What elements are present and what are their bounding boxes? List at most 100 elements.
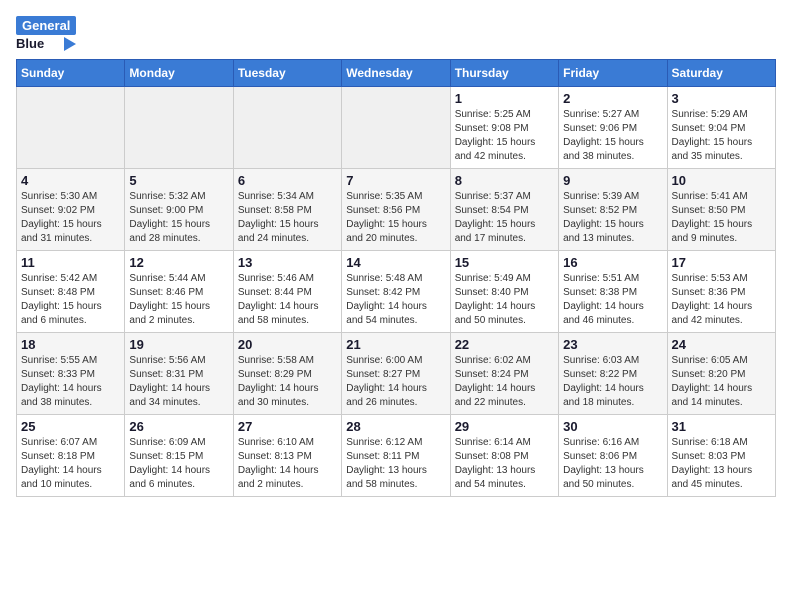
logo: General Blue — [16, 16, 76, 51]
day-number: 17 — [672, 255, 771, 270]
calendar-cell: 10 Sunrise: 5:41 AMSunset: 8:50 PMDayligh… — [667, 169, 775, 251]
day-number: 12 — [129, 255, 228, 270]
calendar-header-row: SundayMondayTuesdayWednesdayThursdayFrid… — [17, 60, 776, 87]
cell-content: Sunrise: 6:07 AMSunset: 8:18 PMDaylight:… — [21, 436, 120, 492]
cell-content: Sunrise: 6:18 AMSunset: 8:03 PMDaylight:… — [672, 436, 771, 492]
cell-content: Sunrise: 6:09 AMSunset: 8:15 PMDaylight:… — [129, 436, 228, 492]
cell-content: Sunrise: 5:37 AMSunset: 8:54 PMDaylight:… — [455, 190, 554, 246]
header-wednesday: Wednesday — [342, 60, 450, 87]
cell-content: Sunrise: 5:42 AMSunset: 8:48 PMDaylight:… — [21, 272, 120, 328]
calendar-cell: 28 Sunrise: 6:12 AMSunset: 8:11 PMDayligh… — [342, 415, 450, 497]
cell-content: Sunrise: 5:56 AMSunset: 8:31 PMDaylight:… — [129, 354, 228, 410]
header: General Blue — [16, 16, 776, 51]
calendar-cell: 17 Sunrise: 5:53 AMSunset: 8:36 PMDayligh… — [667, 251, 775, 333]
day-number: 24 — [672, 337, 771, 352]
cell-content: Sunrise: 5:30 AMSunset: 9:02 PMDaylight:… — [21, 190, 120, 246]
cell-content: Sunrise: 5:29 AMSunset: 9:04 PMDaylight:… — [672, 108, 771, 164]
calendar-cell: 26Sunrise: 6:09 AMSunset: 8:15 PMDayligh… — [125, 415, 233, 497]
day-number: 2 — [563, 91, 662, 106]
day-number: 4 — [21, 173, 120, 188]
day-number: 27 — [238, 419, 337, 434]
week-row-2: 4 Sunrise: 5:30 AMSunset: 9:02 PMDaylight… — [17, 169, 776, 251]
day-number: 7 — [346, 173, 445, 188]
week-row-3: 11 Sunrise: 5:42 AMSunset: 8:48 PMDayligh… — [17, 251, 776, 333]
day-number: 16 — [563, 255, 662, 270]
cell-content: Sunrise: 5:58 AMSunset: 8:29 PMDaylight:… — [238, 354, 337, 410]
calendar-cell: 18Sunrise: 5:55 AMSunset: 8:33 PMDayligh… — [17, 333, 125, 415]
calendar-cell — [233, 87, 341, 169]
calendar-cell: 14Sunrise: 5:48 AMSunset: 8:42 PMDayligh… — [342, 251, 450, 333]
cell-content: Sunrise: 5:41 AMSunset: 8:50 PMDaylight:… — [672, 190, 771, 246]
day-number: 28 — [346, 419, 445, 434]
calendar-cell: 24 Sunrise: 6:05 AMSunset: 8:20 PMDayligh… — [667, 333, 775, 415]
header-friday: Friday — [559, 60, 667, 87]
cell-content: Sunrise: 6:10 AMSunset: 8:13 PMDaylight:… — [238, 436, 337, 492]
day-number: 14 — [346, 255, 445, 270]
calendar-cell: 7 Sunrise: 5:35 AMSunset: 8:56 PMDaylight… — [342, 169, 450, 251]
calendar-cell: 19 Sunrise: 5:56 AMSunset: 8:31 PMDayligh… — [125, 333, 233, 415]
calendar-cell — [17, 87, 125, 169]
cell-content: Sunrise: 5:53 AMSunset: 8:36 PMDaylight:… — [672, 272, 771, 328]
cell-content: Sunrise: 5:34 AMSunset: 8:58 PMDaylight:… — [238, 190, 337, 246]
cell-content: Sunrise: 6:14 AMSunset: 8:08 PMDaylight:… — [455, 436, 554, 492]
calendar-cell: 23Sunrise: 6:03 AMSunset: 8:22 PMDayligh… — [559, 333, 667, 415]
day-number: 21 — [346, 337, 445, 352]
calendar-cell: 25 Sunrise: 6:07 AMSunset: 8:18 PMDayligh… — [17, 415, 125, 497]
day-number: 5 — [129, 173, 228, 188]
calendar-table: SundayMondayTuesdayWednesdayThursdayFrid… — [16, 59, 776, 497]
cell-content: Sunrise: 6:03 AMSunset: 8:22 PMDaylight:… — [563, 354, 662, 410]
day-number: 9 — [563, 173, 662, 188]
calendar-cell: 15 Sunrise: 5:49 AMSunset: 8:40 PMDayligh… — [450, 251, 558, 333]
calendar-cell: 1Sunrise: 5:25 AMSunset: 9:08 PMDaylight… — [450, 87, 558, 169]
calendar-cell: 8 Sunrise: 5:37 AMSunset: 8:54 PMDaylight… — [450, 169, 558, 251]
day-number: 8 — [455, 173, 554, 188]
week-row-4: 18Sunrise: 5:55 AMSunset: 8:33 PMDayligh… — [17, 333, 776, 415]
calendar-cell: 11 Sunrise: 5:42 AMSunset: 8:48 PMDayligh… — [17, 251, 125, 333]
calendar-cell — [342, 87, 450, 169]
calendar-cell: 13Sunrise: 5:46 AMSunset: 8:44 PMDayligh… — [233, 251, 341, 333]
calendar-cell: 16 Sunrise: 5:51 AMSunset: 8:38 PMDayligh… — [559, 251, 667, 333]
header-sunday: Sunday — [17, 60, 125, 87]
day-number: 10 — [672, 173, 771, 188]
header-monday: Monday — [125, 60, 233, 87]
day-number: 19 — [129, 337, 228, 352]
header-tuesday: Tuesday — [233, 60, 341, 87]
calendar-cell: 12Sunrise: 5:44 AMSunset: 8:46 PMDayligh… — [125, 251, 233, 333]
header-saturday: Saturday — [667, 60, 775, 87]
day-number: 20 — [238, 337, 337, 352]
cell-content: Sunrise: 6:12 AMSunset: 8:11 PMDaylight:… — [346, 436, 445, 492]
calendar-cell — [125, 87, 233, 169]
day-number: 15 — [455, 255, 554, 270]
calendar-cell: 5Sunrise: 5:32 AMSunset: 9:00 PMDaylight… — [125, 169, 233, 251]
cell-content: Sunrise: 6:02 AMSunset: 8:24 PMDaylight:… — [455, 354, 554, 410]
calendar-cell: 20 Sunrise: 5:58 AMSunset: 8:29 PMDayligh… — [233, 333, 341, 415]
calendar-cell: 3 Sunrise: 5:29 AMSunset: 9:04 PMDaylight… — [667, 87, 775, 169]
day-number: 22 — [455, 337, 554, 352]
day-number: 11 — [21, 255, 120, 270]
day-number: 3 — [672, 91, 771, 106]
calendar-cell: 21 Sunrise: 6:00 AMSunset: 8:27 PMDayligh… — [342, 333, 450, 415]
day-number: 13 — [238, 255, 337, 270]
week-row-5: 25 Sunrise: 6:07 AMSunset: 8:18 PMDayligh… — [17, 415, 776, 497]
cell-content: Sunrise: 6:16 AMSunset: 8:06 PMDaylight:… — [563, 436, 662, 492]
cell-content: Sunrise: 6:00 AMSunset: 8:27 PMDaylight:… — [346, 354, 445, 410]
day-number: 6 — [238, 173, 337, 188]
calendar-cell: 4 Sunrise: 5:30 AMSunset: 9:02 PMDaylight… — [17, 169, 125, 251]
calendar-cell: 30Sunrise: 6:16 AMSunset: 8:06 PMDayligh… — [559, 415, 667, 497]
calendar-cell: 9Sunrise: 5:39 AMSunset: 8:52 PMDaylight… — [559, 169, 667, 251]
day-number: 25 — [21, 419, 120, 434]
cell-content: Sunrise: 5:27 AMSunset: 9:06 PMDaylight:… — [563, 108, 662, 164]
header-thursday: Thursday — [450, 60, 558, 87]
cell-content: Sunrise: 5:51 AMSunset: 8:38 PMDaylight:… — [563, 272, 662, 328]
day-number: 1 — [455, 91, 554, 106]
cell-content: Sunrise: 5:35 AMSunset: 8:56 PMDaylight:… — [346, 190, 445, 246]
calendar-cell: 2 Sunrise: 5:27 AMSunset: 9:06 PMDaylight… — [559, 87, 667, 169]
cell-content: Sunrise: 5:55 AMSunset: 8:33 PMDaylight:… — [21, 354, 120, 410]
cell-content: Sunrise: 6:05 AMSunset: 8:20 PMDaylight:… — [672, 354, 771, 410]
calendar-cell: 27 Sunrise: 6:10 AMSunset: 8:13 PMDayligh… — [233, 415, 341, 497]
calendar-cell: 29Sunrise: 6:14 AMSunset: 8:08 PMDayligh… — [450, 415, 558, 497]
week-row-1: 1Sunrise: 5:25 AMSunset: 9:08 PMDaylight… — [17, 87, 776, 169]
calendar-cell: 6 Sunrise: 5:34 AMSunset: 8:58 PMDaylight… — [233, 169, 341, 251]
cell-content: Sunrise: 5:49 AMSunset: 8:40 PMDaylight:… — [455, 272, 554, 328]
calendar-cell: 31Sunrise: 6:18 AMSunset: 8:03 PMDayligh… — [667, 415, 775, 497]
